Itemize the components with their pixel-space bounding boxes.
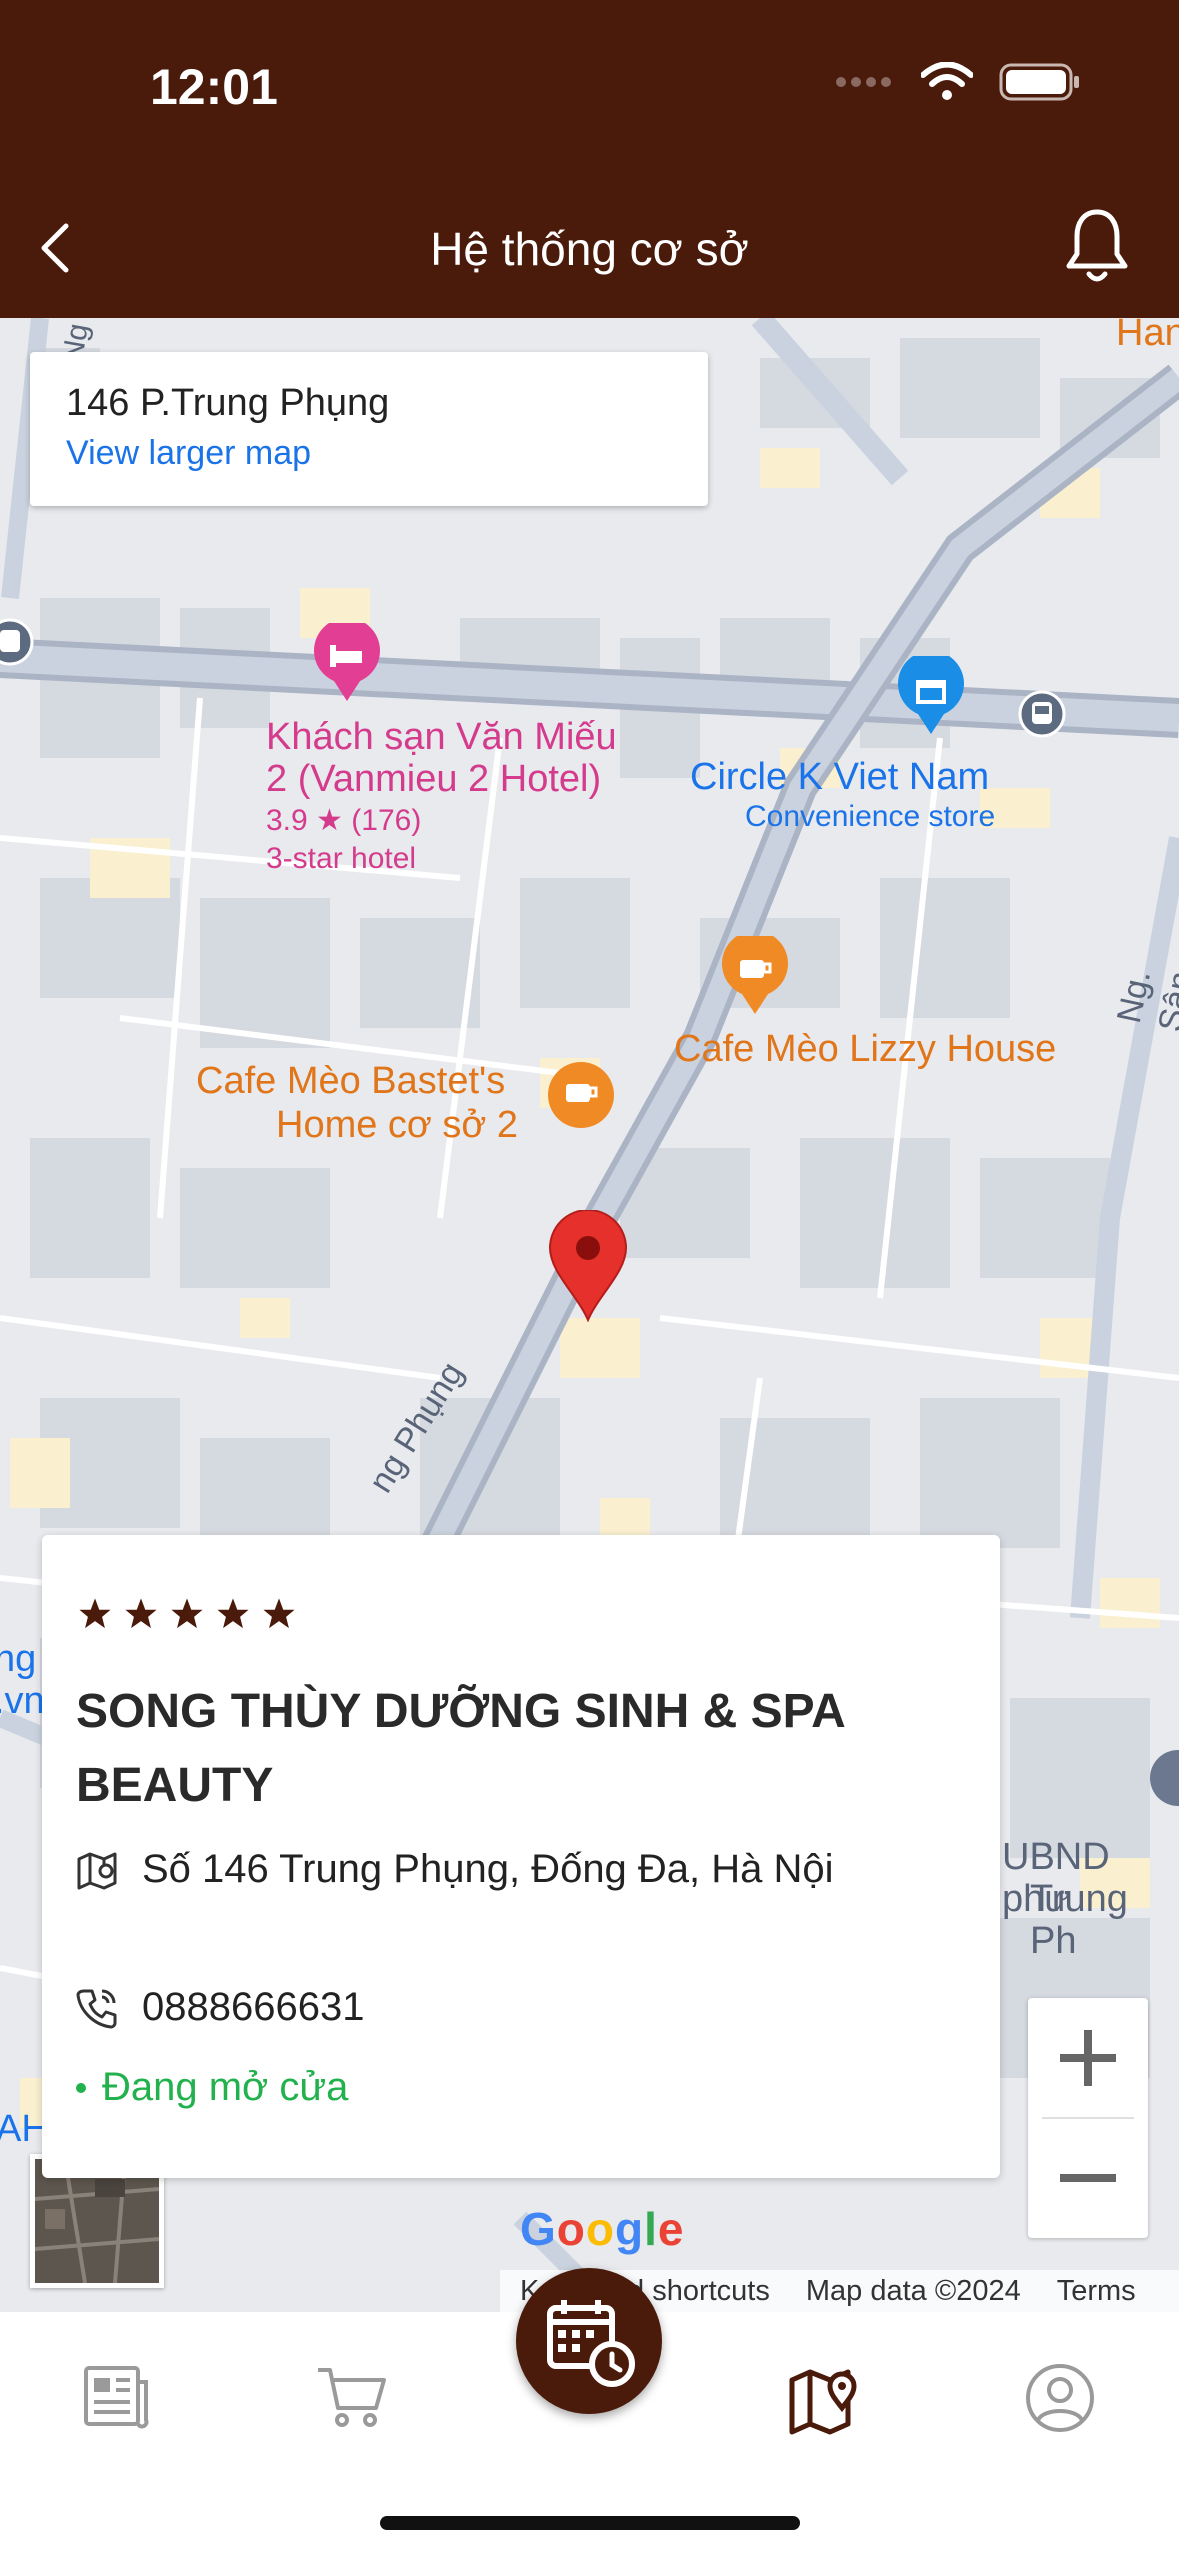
status-icons bbox=[835, 62, 1081, 102]
page-title: Hệ thống cơ sở bbox=[430, 223, 749, 275]
zoom-out-button[interactable] bbox=[1028, 2118, 1148, 2238]
map-card-title: 146 P.Trung Phụng bbox=[66, 382, 390, 424]
zoom-in-button[interactable] bbox=[1028, 1998, 1148, 2118]
open-status: Đang mở cửa bbox=[76, 2065, 348, 2110]
hotel-pin-icon[interactable] bbox=[312, 623, 382, 703]
news-icon[interactable] bbox=[76, 2358, 156, 2438]
app-header: 12:01 Hệ thống cơ sở bbox=[0, 0, 1179, 318]
map-place-card: 146 P.Trung Phụng View larger map bbox=[30, 352, 708, 506]
cafe-pin-icon[interactable] bbox=[720, 936, 790, 1016]
profile-icon[interactable] bbox=[1020, 2358, 1100, 2438]
phone-icon bbox=[76, 1989, 117, 2028]
ubnd-line2[interactable]: Trung Ph bbox=[1030, 1878, 1179, 1962]
edge-label-left-1: ng bbox=[0, 1638, 37, 1680]
map-address-icon bbox=[77, 1852, 117, 1889]
wifi-icon bbox=[921, 62, 973, 100]
store-pin-icon[interactable] bbox=[896, 656, 966, 736]
phone-row[interactable]: 0888666631 bbox=[76, 1985, 364, 2030]
cafe-bastet-line2[interactable]: Home cơ sở 2 bbox=[276, 1104, 518, 1146]
bus-stop-icon[interactable] bbox=[1018, 690, 1066, 738]
star-icon bbox=[171, 1598, 203, 1629]
hotel-type: 3-star hotel bbox=[266, 842, 417, 875]
circlek-type: Convenience store bbox=[745, 800, 996, 833]
zoom-controls bbox=[1028, 1998, 1148, 2238]
cafe-pin-icon[interactable] bbox=[546, 1060, 616, 1140]
google-logo: Google bbox=[520, 2203, 685, 2255]
rating-stars bbox=[78, 1597, 296, 1631]
calendar-clock-icon bbox=[547, 2300, 635, 2387]
shop-name: SONG THÙY DƯỠNG SINH & SPA BEAUTY bbox=[76, 1685, 844, 1812]
cellular-icon bbox=[836, 77, 891, 87]
booking-button[interactable] bbox=[516, 2268, 662, 2414]
hotel-name-line1[interactable]: Khách sạn Văn Miếu bbox=[266, 716, 617, 758]
cafe-lizzy-label[interactable]: Cafe Mèo Lizzy House bbox=[674, 1028, 1056, 1070]
status-dot bbox=[76, 2082, 86, 2093]
address-text: Số 146 Trung Phụng, Đống Đa, Hà Nội bbox=[142, 1847, 834, 1891]
home-indicator bbox=[380, 2516, 800, 2530]
star-icon bbox=[125, 1598, 157, 1629]
view-larger-map-link[interactable]: View larger map bbox=[66, 434, 311, 473]
status-text: Đang mở cửa bbox=[102, 2065, 349, 2109]
hotel-rating: 3.9 ★ (176) bbox=[266, 804, 422, 837]
location-info-card: SONG THÙY DƯỠNG SINH & SPA BEAUTY Số 146… bbox=[42, 1535, 1000, 2178]
terms-link[interactable]: Terms bbox=[1057, 2275, 1136, 2308]
government-pin-icon[interactable] bbox=[1148, 1748, 1179, 1808]
notification-bell-icon[interactable] bbox=[1061, 206, 1133, 286]
circlek-name[interactable]: Circle K Viet Nam bbox=[690, 756, 989, 798]
hotel-name-line2[interactable]: 2 (Vanmieu 2 Hotel) bbox=[266, 758, 601, 800]
map-data-attribution: Map data ©2024 bbox=[805, 2274, 1021, 2307]
phone-number[interactable]: 0888666631 bbox=[142, 1985, 364, 2030]
cafe-bastet-line1[interactable]: Cafe Mèo Bastet's bbox=[196, 1060, 505, 1102]
map-pin-icon[interactable] bbox=[786, 2358, 866, 2438]
star-icon bbox=[217, 1598, 249, 1629]
star-icon bbox=[79, 1598, 111, 1629]
address-row: Số 146 Trung Phụng, Đống Đa, Hà Nội bbox=[76, 1847, 834, 1892]
edge-label-top-right: Han bbox=[1116, 318, 1179, 354]
star-icon bbox=[263, 1598, 295, 1629]
location-marker-icon[interactable] bbox=[548, 1210, 628, 1322]
cart-icon[interactable] bbox=[312, 2358, 392, 2438]
status-time: 12:01 bbox=[150, 59, 278, 115]
battery-icon bbox=[999, 63, 1079, 101]
bus-stop-icon[interactable] bbox=[0, 618, 34, 666]
edge-label-left-2: .vn bbox=[0, 1680, 45, 1722]
